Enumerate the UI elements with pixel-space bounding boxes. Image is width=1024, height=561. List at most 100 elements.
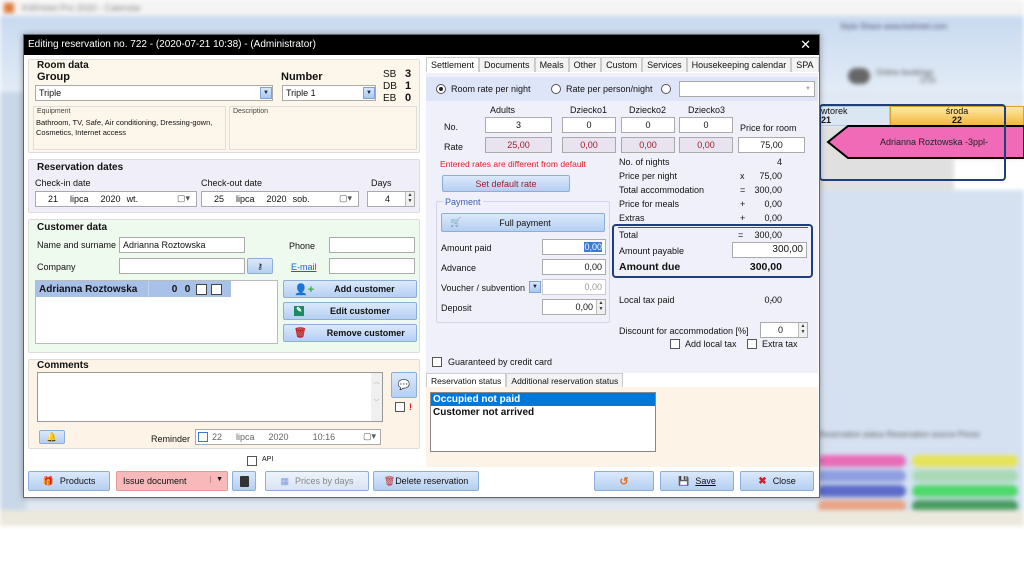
full-payment-button[interactable]: 🛒 Full payment xyxy=(441,213,605,232)
status-item-customer-not-arrived[interactable]: Customer not arrived xyxy=(431,406,655,419)
checkin-date-picker[interactable]: 21 lipca 2020 wt. xyxy=(35,191,197,207)
edit-customer-button[interactable]: ✎ Edit customer xyxy=(283,302,417,320)
search-company-button[interactable]: ⚷ xyxy=(247,258,273,274)
advance-label: Advance xyxy=(441,263,477,273)
status-item-occupied-not-paid[interactable]: Occupied not paid xyxy=(431,393,655,406)
adults-rate-input[interactable]: 25,00 xyxy=(485,137,552,153)
reminder-checkbox[interactable] xyxy=(198,432,208,442)
checkout-month: lipca xyxy=(236,194,255,204)
cloud-icon xyxy=(848,68,870,84)
guaranteed-label: Guaranteed by credit card xyxy=(448,357,553,367)
tab-documents[interactable]: Documents xyxy=(479,57,535,72)
comments-textarea[interactable]: ︿ ﹀ xyxy=(37,372,383,422)
db-value: 1 xyxy=(405,80,412,92)
tab-housekeeping-calendar[interactable]: Housekeeping calendar xyxy=(686,57,792,72)
name-input[interactable]: Adrianna Roztowska xyxy=(119,237,245,253)
child2-count-input[interactable]: 0 xyxy=(621,117,675,133)
remove-customer-button[interactable]: 🗑 Remove customer xyxy=(283,324,417,342)
extra-tax-checkbox[interactable] xyxy=(747,339,757,349)
child3-rate-input[interactable]: 0,00 xyxy=(679,137,733,153)
name-value: Adrianna Roztowska xyxy=(123,240,206,250)
amount-payable-input[interactable]: 300,00 xyxy=(732,242,807,258)
adults-count-input[interactable]: 3 xyxy=(485,117,552,133)
close-icon[interactable]: ✕ xyxy=(800,35,811,55)
child1-count-input[interactable]: 0 xyxy=(562,117,616,133)
tab-meals[interactable]: Meals xyxy=(534,57,569,72)
delete-reservation-button[interactable]: 🗑 Delete reservation xyxy=(373,471,479,491)
tab-custom[interactable]: Custom xyxy=(601,57,643,72)
reminder-date-picker[interactable]: 22 lipca 2020 10:16 xyxy=(195,429,381,445)
amount-paid-input[interactable]: 0,00 xyxy=(542,239,606,255)
comment-bubble-button[interactable]: 💬 xyxy=(391,372,417,398)
tab-reservation-status[interactable]: Reservation status xyxy=(426,373,507,388)
amount-payable-label: Amount payable xyxy=(619,246,685,256)
customer-checkbox[interactable] xyxy=(196,283,207,295)
spin-icon[interactable]: ▲ ▼ xyxy=(798,323,807,337)
background-titlebar: KWHotel Pro 2020 - Calendar xyxy=(0,0,1024,16)
tab-settlement[interactable]: Settlement xyxy=(426,57,480,72)
tab-spa[interactable]: SPA xyxy=(791,57,819,72)
custom-rate-select[interactable]: ▼ xyxy=(679,81,815,97)
email-input[interactable] xyxy=(329,258,415,274)
advance-input[interactable]: 0,00 xyxy=(542,259,606,275)
rate-mode-row: Room rate per night Rate per person/nigh… xyxy=(426,77,818,101)
shopping-cart-icon: 🛒 xyxy=(450,217,462,227)
number-select[interactable]: Triple 1 xyxy=(282,85,376,101)
summary-value: 75,00 xyxy=(759,171,782,181)
dialog-title: Editing reservation no. 722 - (2020-07-2… xyxy=(28,39,316,50)
reminder-bell-button[interactable]: 🔔 xyxy=(39,430,65,444)
price-for-room-input[interactable]: 75,00 xyxy=(738,137,805,153)
products-label: Products xyxy=(59,476,96,486)
child3-count-input[interactable]: 0 xyxy=(679,117,733,133)
child2-header: Dziecko2 xyxy=(629,105,667,115)
edit-icon: ✎ xyxy=(294,306,304,316)
phone-input[interactable] xyxy=(329,237,415,253)
total-divider xyxy=(618,227,808,228)
chevron-down-icon[interactable]: ▼ xyxy=(363,87,375,99)
group-select[interactable]: Triple xyxy=(35,85,273,101)
company-input[interactable] xyxy=(119,258,245,274)
guaranteed-checkbox[interactable] xyxy=(432,357,442,367)
customer-checkbox[interactable] xyxy=(211,283,222,295)
calendar-icon[interactable]: ▢▾ xyxy=(177,193,190,204)
tab-other[interactable]: Other xyxy=(568,57,602,72)
add-customer-button[interactable]: 👤+ Add customer xyxy=(283,280,417,298)
email-link[interactable]: E-mail xyxy=(291,262,317,272)
checkout-label: Check-out date xyxy=(201,178,263,188)
history-button[interactable]: ↺ xyxy=(594,471,654,491)
tab-additional-status[interactable]: Additional reservation status xyxy=(506,373,624,388)
discount-label: Discount for accommodation [%] xyxy=(619,326,749,336)
local-tax-value: 0,00 xyxy=(764,295,782,305)
spin-icon[interactable]: ▲ ▼ xyxy=(596,300,605,314)
child2-rate-input[interactable]: 0,00 xyxy=(621,137,675,153)
description-box[interactable]: Description xyxy=(229,106,417,150)
prices-by-days-button[interactable]: ▦ Prices by days xyxy=(265,471,369,491)
add-local-tax-checkbox[interactable] xyxy=(670,339,680,349)
list-item[interactable]: Adrianna Roztowska 0 0 xyxy=(36,281,231,297)
scrollbar[interactable]: ︿ ﹀ xyxy=(371,373,382,421)
issue-document-dropdown[interactable]: Issue document ▼ xyxy=(116,471,228,491)
person-rate-radio[interactable] xyxy=(551,84,561,94)
calendar-icon[interactable]: ▢▾ xyxy=(363,431,376,442)
spin-icon[interactable]: ▲ ▼ xyxy=(405,192,414,206)
chevron-down-icon[interactable]: ▼ xyxy=(529,281,541,293)
calendar-icon[interactable]: ▢▾ xyxy=(339,193,352,204)
important-checkbox[interactable] xyxy=(395,402,405,412)
save-button[interactable]: 💾 Save xyxy=(660,471,734,491)
voucher-input[interactable]: 0,00 xyxy=(542,279,606,295)
child1-rate-input[interactable]: 0,00 xyxy=(562,137,616,153)
tab-services[interactable]: Services xyxy=(642,57,687,72)
products-button[interactable]: 🎁 Products xyxy=(28,471,110,491)
local-tax-label: Local tax paid xyxy=(619,295,675,305)
room-rate-radio[interactable] xyxy=(436,84,446,94)
calculator-button[interactable] xyxy=(232,471,256,491)
close-button[interactable]: ✖ Close xyxy=(740,471,814,491)
checkout-date-picker[interactable]: 25 lipca 2020 sob. xyxy=(201,191,359,207)
api-checkbox[interactable] xyxy=(247,456,257,466)
rate-label: Rate xyxy=(444,142,464,152)
chevron-down-icon[interactable]: ▼ xyxy=(260,87,272,99)
customer-col2: 0 xyxy=(184,283,191,295)
summary-op: + xyxy=(740,199,746,209)
custom-rate-radio[interactable] xyxy=(661,84,671,94)
set-default-rate-button[interactable]: Set default rate xyxy=(442,175,570,192)
